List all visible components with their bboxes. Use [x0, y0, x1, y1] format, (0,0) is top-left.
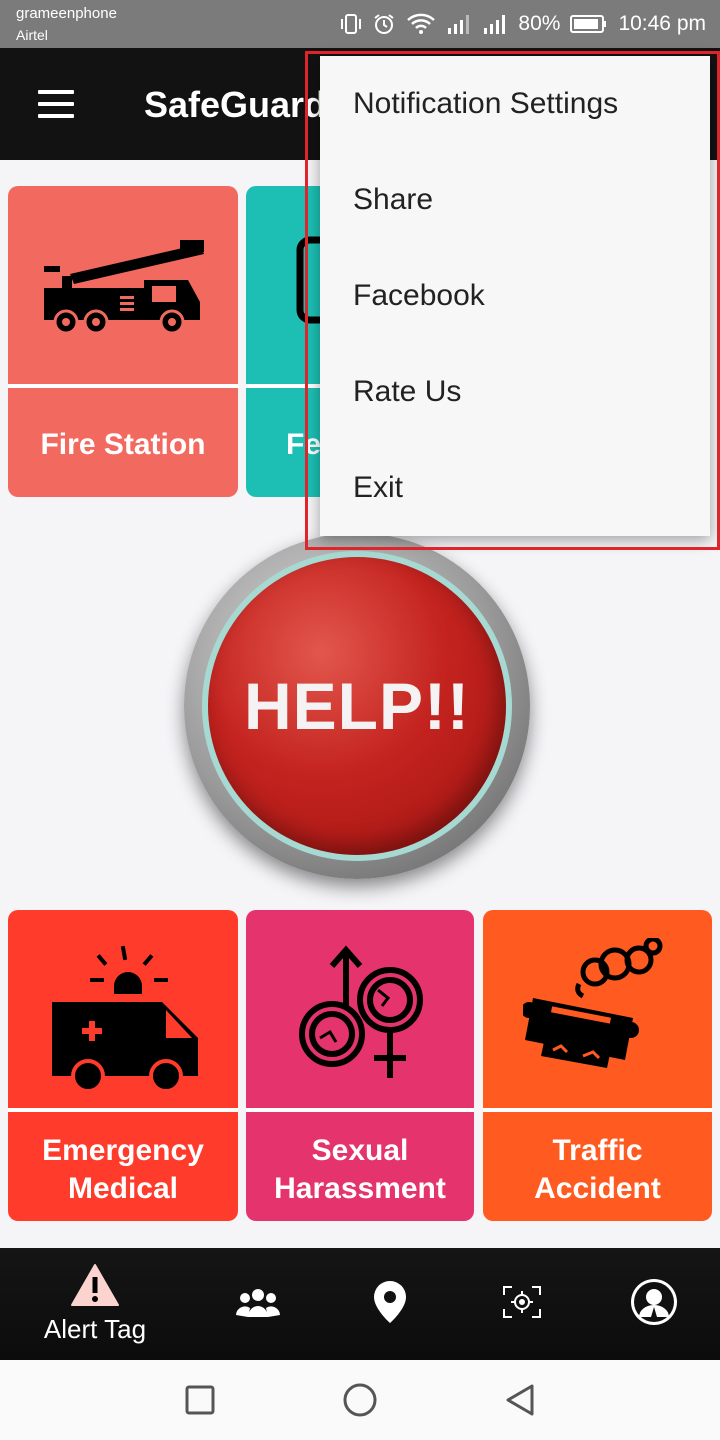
menu-item-notification-settings[interactable]: Notification Settings [320, 56, 710, 152]
app-title: SafeGuard [144, 84, 327, 125]
target-scan-icon [502, 1285, 542, 1324]
home-button[interactable] [340, 1380, 380, 1420]
signal-icon [446, 12, 472, 36]
battery-percent: 80% [518, 12, 561, 35]
help-button-label: HELP!! [244, 669, 470, 743]
hamburger-menu-icon[interactable] [38, 90, 74, 118]
vibrate-icon [340, 12, 362, 36]
emergency-medical-label-1: Emergency [42, 1134, 204, 1167]
nav-location[interactable] [360, 1248, 420, 1360]
location-pin-icon [372, 1279, 408, 1330]
tile-divider [246, 1108, 474, 1112]
traffic-accident-label-2: Accident [534, 1172, 661, 1205]
carrier-secondary: Airtel [16, 27, 48, 43]
nav-scan[interactable] [492, 1248, 552, 1360]
traffic-accident-tile[interactable]: Traffic Accident [483, 910, 712, 1221]
nav-profile[interactable] [624, 1248, 684, 1360]
status-icons: 80% 10:46 pm [340, 8, 706, 40]
sexual-harassment-tile[interactable]: Sexual Harassment [246, 910, 474, 1221]
nav-alert-tag-label: Alert Tag [43, 1314, 147, 1344]
tile-divider [483, 1108, 712, 1112]
fire-station-tile[interactable]: Fire Station [8, 186, 238, 497]
recents-button[interactable] [180, 1380, 220, 1420]
alarm-icon [372, 12, 396, 36]
menu-item-facebook[interactable]: Facebook [320, 248, 710, 344]
back-button[interactable] [500, 1380, 540, 1420]
fire-truck-icon [40, 236, 210, 341]
profile-icon [629, 1277, 679, 1332]
help-button[interactable]: HELP!! [208, 557, 506, 855]
sexual-harassment-label-2: Harassment [274, 1172, 446, 1205]
help-button-bezel: HELP!! [184, 533, 530, 879]
carrier-primary: grameenphone [16, 5, 117, 22]
system-nav-bar [0, 1360, 720, 1440]
signal-icon [482, 12, 508, 36]
nav-alert-tag[interactable]: Alert Tag [20, 1248, 170, 1360]
fire-station-label: Fire Station [40, 428, 206, 461]
tile-divider [8, 384, 238, 388]
status-bar: grameenphone Airtel 80% 10:46 pm [0, 0, 720, 48]
overflow-menu: Notification Settings Share Facebook Rat… [320, 56, 710, 536]
emergency-medical-label-2: Medical [67, 1172, 179, 1205]
ambulance-icon [42, 928, 212, 1103]
traffic-accident-label-1: Traffic [552, 1134, 643, 1167]
menu-item-rate-us[interactable]: Rate Us [320, 344, 710, 440]
car-crash-icon [521, 936, 673, 1083]
back-triangle-icon [506, 1384, 534, 1416]
bottom-nav: Alert Tag [0, 1248, 720, 1360]
nav-group[interactable] [228, 1248, 288, 1360]
battery-icon [570, 13, 608, 35]
circle-icon [343, 1383, 377, 1417]
clock: 10:46 pm [618, 12, 706, 35]
wifi-icon [406, 12, 436, 36]
menu-item-share[interactable]: Share [320, 152, 710, 248]
sexual-harassment-label-1: Sexual [311, 1134, 409, 1167]
group-icon [236, 1285, 280, 1324]
alert-triangle-icon [70, 1263, 120, 1312]
emergency-medical-tile[interactable]: Emergency Medical [8, 910, 238, 1221]
gender-symbols-icon [290, 938, 440, 1093]
tile-divider [8, 1108, 238, 1112]
square-icon [185, 1385, 215, 1415]
menu-item-exit[interactable]: Exit [320, 440, 710, 536]
